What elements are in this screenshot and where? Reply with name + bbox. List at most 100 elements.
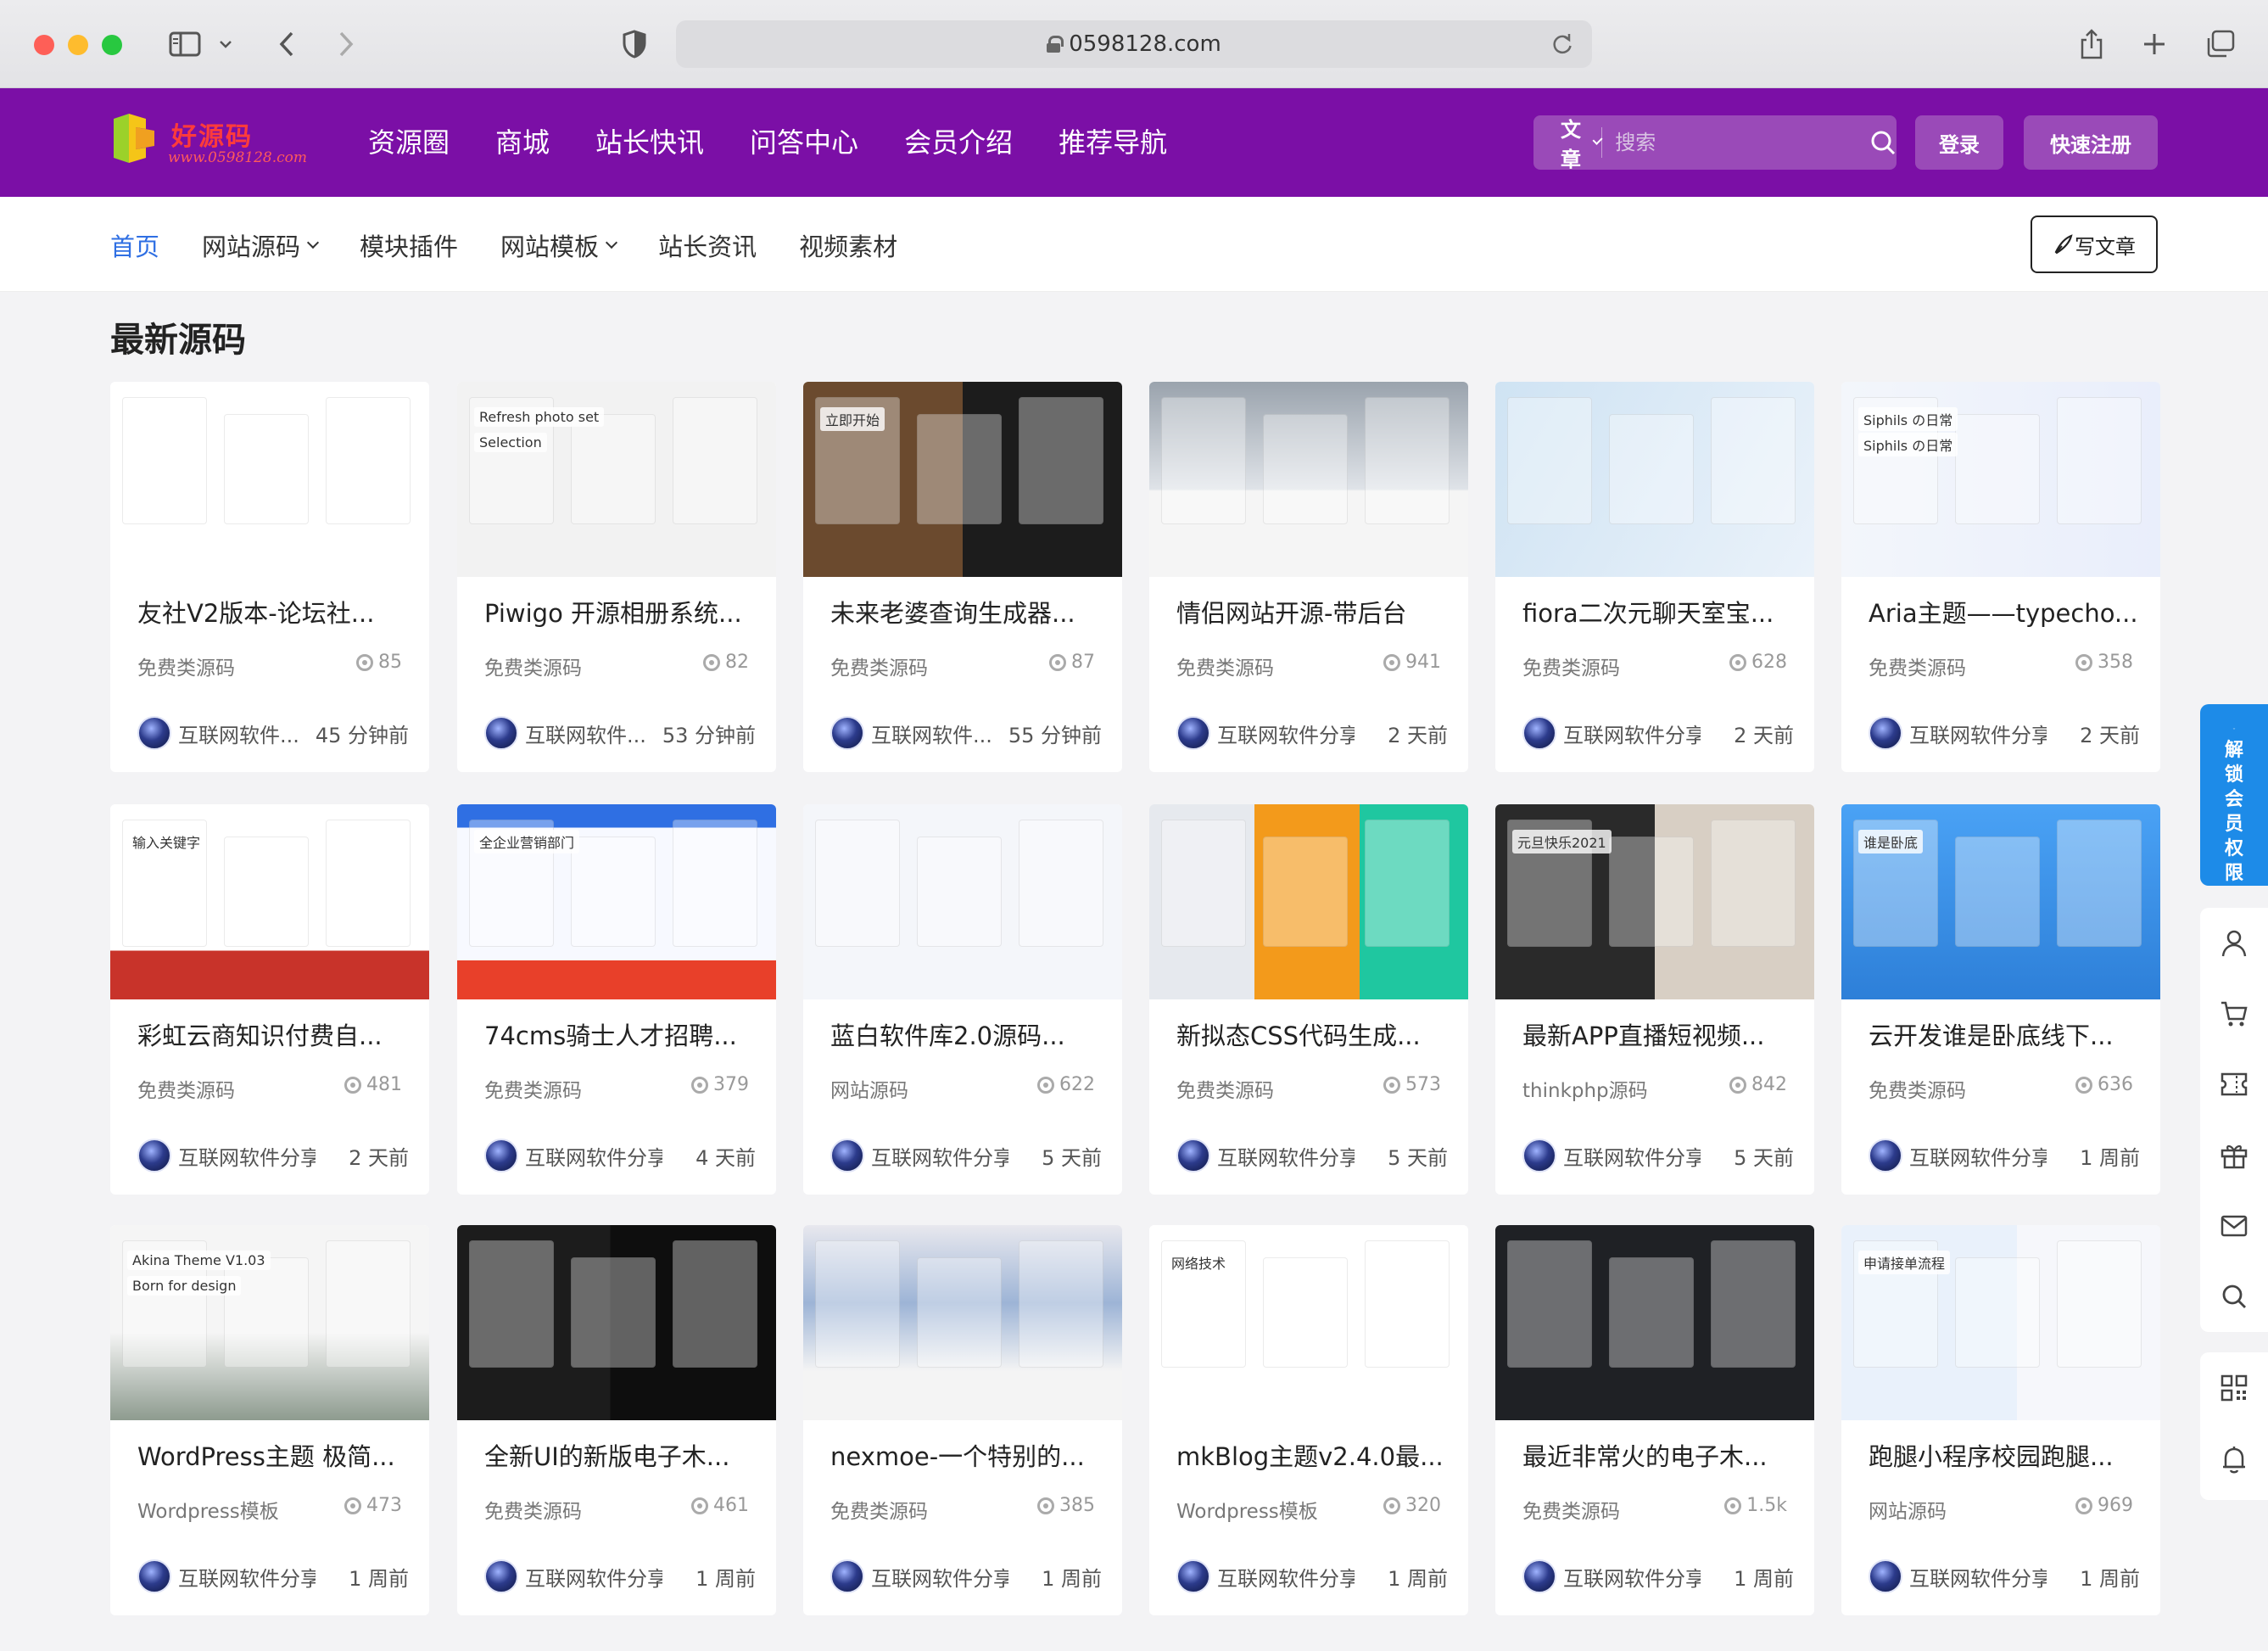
card-thumbnail[interactable]: 元旦快乐2021 [1495, 804, 1814, 999]
author-name[interactable]: 互联网软件分享 [1563, 1562, 1701, 1592]
author-name[interactable]: 互联网软件分享 [1217, 719, 1355, 748]
subnav-home[interactable]: 首页 [110, 227, 159, 263]
minimize-window-button[interactable] [68, 35, 88, 55]
card-category[interactable]: Wordpress模板 [1176, 1495, 1318, 1524]
author-name[interactable]: 互联网软件分享 [1909, 719, 2047, 748]
gift-icon[interactable] [2200, 1120, 2268, 1190]
source-card[interactable]: 谁是卧底 云开发谁是卧底线下... 免费类源码 636 互联网软件分享 1 周前 [1841, 804, 2160, 1195]
sidebar-toggle-icon[interactable] [166, 25, 204, 63]
register-button[interactable]: 快速注册 [2024, 115, 2158, 170]
avatar[interactable] [137, 1559, 171, 1593]
avatar[interactable] [137, 716, 171, 750]
source-card[interactable]: 立即开始 未来老婆查询生成器... 免费类源码 87 互联网软件... 55 分钟前 [803, 382, 1122, 772]
search-icon[interactable] [1869, 130, 1897, 155]
author-name[interactable]: 互联网软件分享 [178, 1562, 316, 1592]
card-title[interactable]: 全新UI的新版电子木... [484, 1437, 764, 1473]
avatar[interactable] [1522, 1139, 1556, 1172]
chevron-down-icon[interactable] [215, 25, 236, 63]
search-icon[interactable] [2200, 1262, 2268, 1332]
card-thumbnail[interactable]: 全企业营销部门 [457, 804, 776, 999]
card-category[interactable]: 免费类源码 [484, 1495, 582, 1524]
author-name[interactable]: 互联网软件分享 [1563, 719, 1701, 748]
source-card[interactable]: 网络技术 mkBlog主题v2.4.0最... Wordpress模板 320 互联网软… [1149, 1225, 1468, 1615]
card-category[interactable]: 免费类源码 [1176, 652, 1274, 680]
card-category[interactable]: 免费类源码 [137, 1074, 235, 1103]
card-thumbnail[interactable] [1149, 804, 1468, 999]
author-name[interactable]: 互联网软件... [525, 719, 646, 748]
card-category[interactable]: 免费类源码 [1869, 1074, 1966, 1103]
reload-icon[interactable] [1551, 32, 1573, 62]
card-category[interactable]: 免费类源码 [830, 1495, 928, 1524]
user-icon[interactable] [2200, 908, 2268, 978]
message-icon[interactable] [2200, 1190, 2268, 1261]
card-thumbnail[interactable] [1149, 382, 1468, 577]
card-title[interactable]: 情侣网站开源-带后台 [1176, 594, 1456, 630]
card-category[interactable]: 网站源码 [1869, 1495, 1947, 1524]
card-title[interactable]: Piwigo 开源相册系统... [484, 594, 764, 630]
card-category[interactable]: 网站源码 [830, 1074, 908, 1103]
subnav-video-assets[interactable]: 视频素材 [799, 227, 897, 263]
tab-overview-icon[interactable] [2204, 25, 2237, 63]
author-name[interactable]: 互联网软件分享 [1217, 1141, 1355, 1171]
source-card[interactable]: 情侣网站开源-带后台 免费类源码 941 互联网软件分享 2 天前 [1149, 382, 1468, 772]
card-category[interactable]: 免费类源码 [137, 652, 235, 680]
card-category[interactable]: 免费类源码 [1869, 652, 1966, 680]
subnav-plugins[interactable]: 模块插件 [360, 227, 458, 263]
search-type-select[interactable]: 文章 [1533, 113, 1604, 172]
avatar[interactable] [1869, 1139, 1902, 1172]
avatar[interactable] [484, 1139, 518, 1172]
card-thumbnail[interactable]: 立即开始 [803, 382, 1122, 577]
source-card[interactable]: fiora二次元聊天室宝... 免费类源码 628 互联网软件分享 2 天前 [1495, 382, 1814, 772]
nav-store[interactable]: 商城 [495, 119, 550, 166]
qrcode-icon[interactable] [2200, 1352, 2268, 1424]
card-category[interactable]: 免费类源码 [1522, 652, 1620, 680]
card-title[interactable]: mkBlog主题v2.4.0最... [1176, 1437, 1456, 1473]
card-thumbnail[interactable] [1495, 1225, 1814, 1420]
source-card[interactable]: Akina Theme V1.03 Born for design WordPres… [110, 1225, 429, 1615]
card-thumbnail[interactable]: 申请接单流程 [1841, 1225, 2160, 1420]
avatar[interactable] [484, 1559, 518, 1593]
source-card[interactable]: 友社V2版本-论坛社... 免费类源码 85 互联网软件... 45 分钟前 [110, 382, 429, 772]
write-article-button[interactable]: 写文章 [2031, 215, 2158, 273]
card-title[interactable]: 友社V2版本-论坛社... [137, 594, 417, 630]
site-logo[interactable]: 好源码 www.0598128.com [112, 109, 316, 176]
avatar[interactable] [1869, 716, 1902, 750]
card-category[interactable]: Wordpress模板 [137, 1495, 279, 1524]
author-name[interactable]: 互联网软件分享 [1909, 1562, 2047, 1592]
author-name[interactable]: 互联网软件分享 [1909, 1141, 2047, 1171]
card-thumbnail[interactable]: Akina Theme V1.03 Born for design [110, 1225, 429, 1420]
author-name[interactable]: 互联网软件分享 [178, 1141, 316, 1171]
card-category[interactable]: thinkphp源码 [1522, 1074, 1648, 1103]
source-card[interactable]: Siphils の日常 Siphils の日常 Aria主题——typecho...… [1841, 382, 2160, 772]
card-category[interactable]: 免费类源码 [484, 652, 582, 680]
card-thumbnail[interactable]: Siphils の日常 Siphils の日常 [1841, 382, 2160, 577]
card-title[interactable]: Aria主题——typecho... [1869, 594, 2148, 630]
avatar[interactable] [1176, 1559, 1210, 1593]
forward-icon[interactable] [331, 25, 361, 63]
maximize-window-button[interactable] [102, 35, 122, 55]
avatar[interactable] [1522, 1559, 1556, 1593]
avatar[interactable] [137, 1139, 171, 1172]
nav-qa-center[interactable]: 问答中心 [750, 119, 858, 166]
card-thumbnail[interactable] [457, 1225, 776, 1420]
card-title[interactable]: fiora二次元聊天室宝... [1522, 594, 1802, 630]
author-name[interactable]: 互联网软件分享 [871, 1562, 1008, 1592]
author-name[interactable]: 互联网软件分享 [1217, 1562, 1355, 1592]
card-title[interactable]: 新拟态CSS代码生成... [1176, 1016, 1456, 1052]
source-card[interactable]: 蓝白软件库2.0源码... 网站源码 622 互联网软件分享 5 天前 [803, 804, 1122, 1195]
avatar[interactable] [830, 1139, 864, 1172]
coupon-icon[interactable] [2200, 1049, 2268, 1120]
cart-icon[interactable] [2200, 978, 2268, 1049]
card-title[interactable]: 最新APP直播短视频... [1522, 1016, 1802, 1052]
source-card[interactable]: 元旦快乐2021 最新APP直播短视频... thinkphp源码 842 互联网软件分… [1495, 804, 1814, 1195]
author-name[interactable]: 互联网软件... [871, 719, 992, 748]
card-thumbnail[interactable]: 输入关键字 [110, 804, 429, 999]
avatar[interactable] [830, 716, 864, 750]
card-thumbnail[interactable] [803, 1225, 1122, 1420]
back-icon[interactable] [271, 25, 302, 63]
nav-webmaster-news[interactable]: 站长快讯 [595, 119, 704, 166]
unlock-membership-button[interactable]: 解锁会员权限 [2200, 704, 2268, 886]
card-thumbnail[interactable] [803, 804, 1122, 999]
subnav-templates[interactable]: 网站模板 [500, 227, 618, 263]
card-category[interactable]: 免费类源码 [830, 652, 928, 680]
